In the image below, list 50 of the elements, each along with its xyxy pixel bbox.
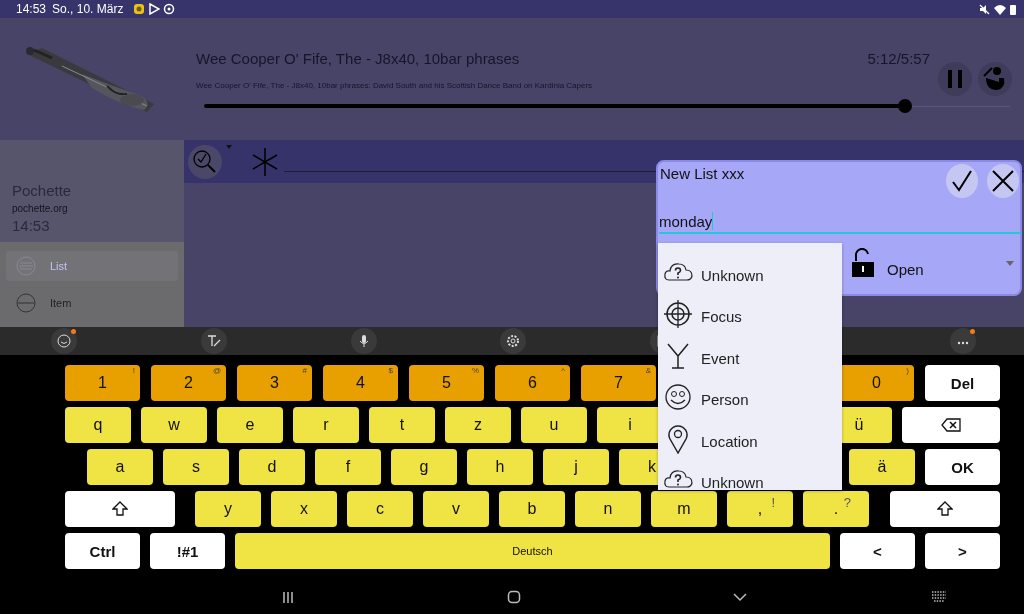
key[interactable]: 2 @ xyxy=(151,365,226,401)
track-time: 5:12/5:57 xyxy=(867,50,930,67)
key[interactable]: 4 $ xyxy=(323,365,398,401)
dropdown-option[interactable]: Unknown xyxy=(658,246,842,288)
key[interactable]: h xyxy=(467,449,533,485)
dropdown-option[interactable]: Event xyxy=(658,329,842,371)
dialog-title: New List xxx xyxy=(660,165,745,182)
key[interactable]: b xyxy=(499,491,565,527)
key[interactable]: ä xyxy=(849,449,915,485)
key[interactable]: g xyxy=(391,449,457,485)
key[interactable]: . ? xyxy=(803,491,869,527)
track-title: Wee Cooper O' Fife, The - J8x40, 10bar phrases xyxy=(196,50,520,67)
key[interactable]: < xyxy=(840,533,915,569)
key[interactable]: n xyxy=(575,491,641,527)
key[interactable]: s xyxy=(163,449,229,485)
key[interactable]: !#1 xyxy=(150,533,225,569)
name-field[interactable]: monday xyxy=(659,206,1022,234)
key[interactable]: c xyxy=(347,491,413,527)
key[interactable]: v xyxy=(423,491,489,527)
key[interactable]: r xyxy=(293,407,359,443)
key[interactable]: 5 % xyxy=(409,365,484,401)
key[interactable]: 0 ) xyxy=(839,365,914,401)
key[interactable]: e xyxy=(217,407,283,443)
key[interactable]: 6 ^ xyxy=(495,365,570,401)
space-key[interactable]: Deutsch xyxy=(235,533,830,569)
key[interactable]: OK xyxy=(925,449,1000,485)
key[interactable]: u xyxy=(521,407,587,443)
key[interactable]: w xyxy=(141,407,207,443)
key[interactable]: m xyxy=(651,491,717,527)
key[interactable]: t xyxy=(369,407,435,443)
key[interactable]: a xyxy=(87,449,153,485)
key[interactable]: d xyxy=(239,449,305,485)
key[interactable]: j xyxy=(543,449,609,485)
key[interactable]: z xyxy=(445,407,511,443)
dropdown-option[interactable]: Focus xyxy=(658,287,842,329)
key[interactable]: 7 & xyxy=(581,365,656,401)
clock: 14:53 xyxy=(16,2,47,16)
key[interactable]: 1 ! xyxy=(65,365,140,401)
key[interactable]: Del xyxy=(925,365,1000,401)
key[interactable]: f xyxy=(315,449,381,485)
app-url: pochette.org xyxy=(12,203,69,214)
key[interactable]: q xyxy=(65,407,131,443)
key[interactable]: y xyxy=(195,491,261,527)
key[interactable]: > xyxy=(925,533,1000,569)
status-label[interactable]: Open xyxy=(887,261,924,278)
date: So., 10. März xyxy=(52,2,124,16)
key[interactable]: 3 # xyxy=(237,365,312,401)
key[interactable]: x xyxy=(271,491,337,527)
key[interactable]: , ! xyxy=(727,491,793,527)
key[interactable]: Ctrl xyxy=(65,533,140,569)
